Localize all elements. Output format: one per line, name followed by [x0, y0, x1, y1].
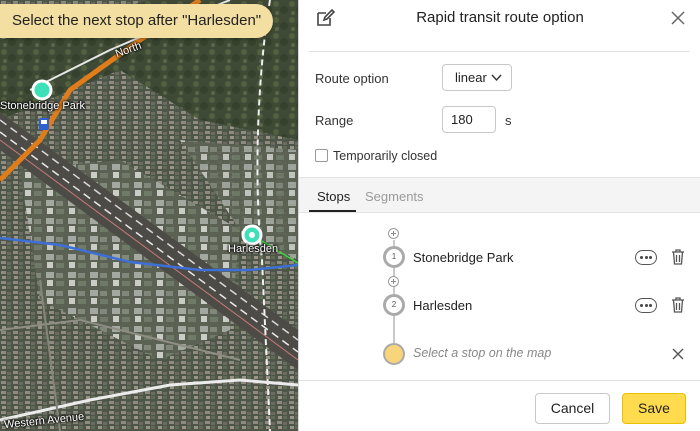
close-icon[interactable]	[669, 9, 687, 27]
panel-title: Rapid transit route option	[416, 9, 584, 26]
panel-header: Rapid transit route option	[299, 0, 700, 38]
instruction-hint: Select the next stop after "Harlesden"	[0, 4, 274, 38]
active-tab-indicator	[309, 210, 356, 212]
temporarily-closed-label[interactable]: Temporarily closed	[333, 149, 437, 163]
stop-name-harlesden[interactable]: Harlesden	[413, 298, 472, 313]
map-label-harlesden: Harlesden	[228, 243, 279, 255]
route-option-select[interactable]: linear	[442, 64, 512, 91]
pending-stop-marker	[383, 343, 405, 365]
cancel-pending-stop-icon[interactable]	[672, 348, 684, 360]
route-option-value: linear	[455, 70, 487, 85]
stop-1-delete-icon[interactable]	[671, 249, 685, 265]
route-option-label: Route option	[315, 71, 389, 86]
stop-number-badge: 1	[383, 246, 405, 268]
tabs-bar	[299, 177, 700, 213]
map-overlay	[31, 79, 298, 264]
map-view[interactable]: Stonebridge Park Harlesden North Western…	[0, 0, 298, 431]
map-label-stonebridge: Stonebridge Park	[0, 100, 85, 112]
temporarily-closed-checkbox[interactable]	[315, 149, 328, 162]
stop-1-more-icon[interactable]	[635, 250, 657, 265]
stop-2-more-icon[interactable]	[635, 298, 657, 313]
insert-stop-before-1-icon[interactable]	[388, 228, 399, 239]
stop-marker-stonebridge	[31, 79, 53, 101]
insert-stop-before-2-icon[interactable]	[388, 276, 399, 287]
stop-2-delete-icon[interactable]	[671, 297, 685, 313]
range-label: Range	[315, 113, 354, 128]
stop-name-stonebridge[interactable]: Stonebridge Park	[413, 250, 513, 265]
tab-stops[interactable]: Stops	[317, 189, 350, 204]
cancel-button[interactable]: Cancel	[535, 393, 610, 424]
pending-stop-placeholder: Select a stop on the map	[413, 346, 552, 360]
route-option-panel: Rapid transit route option Route option …	[298, 0, 700, 431]
save-button[interactable]: Save	[622, 393, 686, 424]
tab-segments[interactable]: Segments	[365, 189, 424, 204]
chevron-down-icon	[491, 74, 502, 82]
range-unit: s	[505, 113, 512, 128]
header-divider	[309, 51, 690, 52]
stop-number-badge: 2	[383, 294, 405, 316]
range-input[interactable]: 180	[442, 106, 496, 133]
